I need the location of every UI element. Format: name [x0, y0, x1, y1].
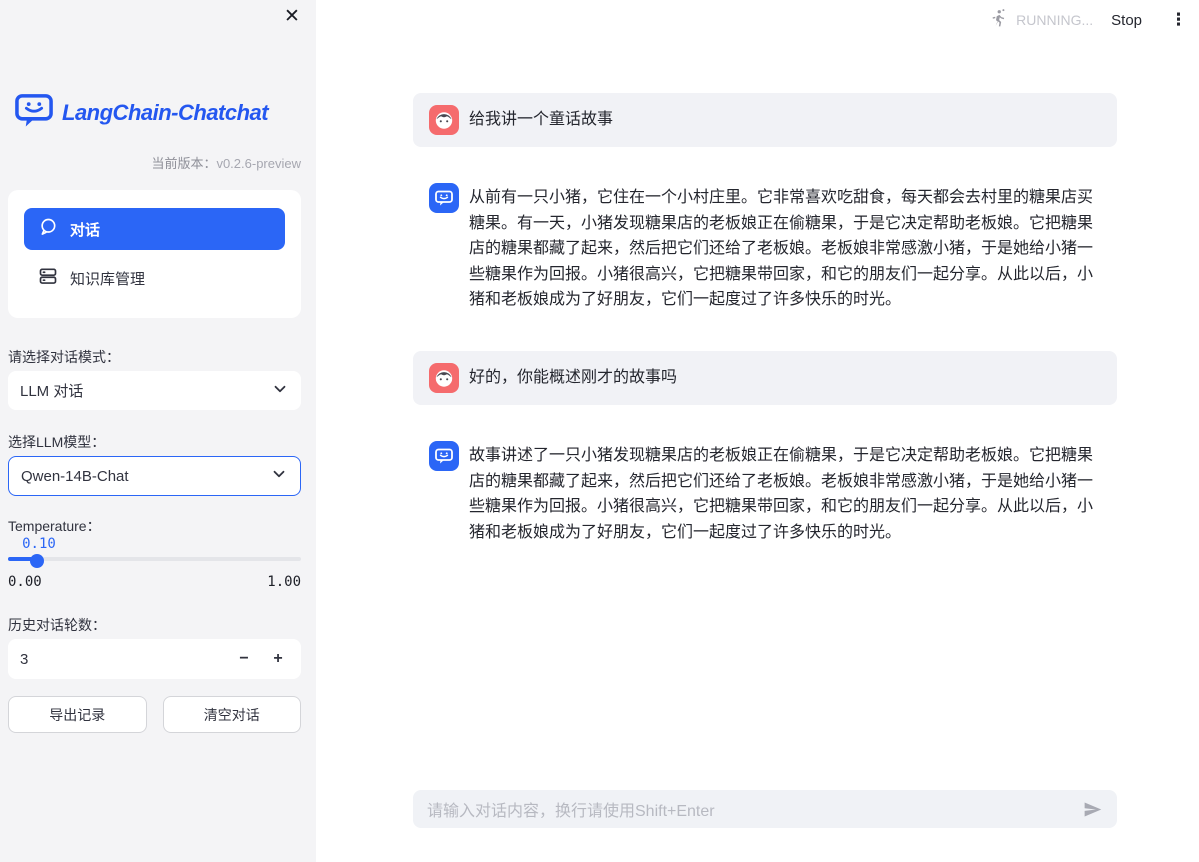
chat-bubble-icon	[38, 217, 58, 241]
temperature-min: 0.00	[8, 574, 42, 590]
nav-item-label: 对话	[70, 219, 100, 240]
temperature-slider-track[interactable]	[8, 557, 301, 561]
clear-dialogue-button[interactable]: 清空对话	[163, 696, 302, 733]
kebab-menu-icon[interactable]: ⋮	[1170, 11, 1187, 29]
main-area: RUNNING... Stop ⋮	[316, 0, 1199, 862]
brand-title: LangChain-Chatchat	[62, 100, 268, 126]
increment-button[interactable]: +	[261, 639, 295, 679]
user-avatar-icon	[429, 105, 459, 135]
nav-item-knowledge-base[interactable]: 知识库管理	[24, 258, 285, 298]
dialog-mode-label: 请选择对话模式：	[8, 347, 120, 367]
version-number: v0.2.6-preview	[216, 156, 301, 171]
stop-button[interactable]: Stop	[1111, 12, 1142, 29]
message-text: 从前有一只小猪，它住在一个小村庄里。它非常喜欢吃甜食，每天都会去村里的糖果店买糖…	[469, 185, 1101, 313]
decrement-button[interactable]: −	[227, 639, 261, 679]
dialog-mode-select[interactable]: LLM 对话	[8, 371, 301, 410]
user-avatar-icon	[429, 363, 459, 393]
chat-input-placeholder: 请输入对话内容，换行请使用Shift+Enter	[427, 797, 1077, 821]
temperature-value: 0.10	[22, 536, 56, 552]
version-label: 当前版本：	[151, 156, 216, 171]
chevron-down-icon	[271, 380, 289, 402]
history-rounds-label: 历史对话轮数：	[8, 615, 106, 635]
app-header: RUNNING... Stop ⋮	[988, 0, 1199, 40]
temperature-label: Temperature：	[8, 516, 101, 536]
message-text: 好的，你能概述刚才的故事吗	[469, 365, 677, 391]
message-text: 故事讲述了一只小猪发现糖果店的老板娘正在偷糖果，于是它决定帮助老板娘。它把糖果店…	[469, 443, 1101, 545]
llm-model-value: Qwen-14B-Chat	[21, 468, 270, 485]
llm-model-select[interactable]: Qwen-14B-Chat	[8, 456, 301, 496]
nav-item-dialogue[interactable]: 对话	[24, 208, 285, 250]
assistant-avatar-icon	[429, 441, 459, 471]
close-icon[interactable]: ✕	[279, 4, 305, 30]
message-text: 给我讲一个童话故事	[469, 107, 613, 133]
dialog-mode-value: LLM 对话	[20, 380, 271, 401]
sidebar-actions: 导出记录 清空对话	[8, 696, 301, 733]
temperature-range: 0.00 1.00	[8, 574, 301, 590]
sidebar: ✕ LangChain-Chatchat 当前版本：v0.2.6-preview	[0, 0, 316, 862]
running-man-icon	[988, 8, 1008, 33]
send-icon[interactable]	[1077, 794, 1107, 824]
running-status-text: RUNNING...	[1016, 12, 1093, 28]
nav-card: 对话 知识库管理	[8, 190, 301, 318]
assistant-avatar-icon	[429, 183, 459, 213]
nav-item-label: 知识库管理	[70, 268, 145, 289]
running-status: RUNNING...	[988, 8, 1093, 33]
chat-message: 故事讲述了一只小猪发现糖果店的老板娘正在偷糖果，于是它决定帮助老板娘。它把糖果店…	[413, 443, 1117, 545]
version-info: 当前版本：v0.2.6-preview	[8, 153, 301, 172]
export-history-button[interactable]: 导出记录	[8, 696, 147, 733]
history-rounds-input[interactable]: 3 − +	[8, 639, 301, 679]
chevron-down-icon	[270, 465, 288, 487]
chat-input[interactable]: 请输入对话内容，换行请使用Shift+Enter	[413, 790, 1117, 828]
chat-message: 给我讲一个童话故事	[413, 93, 1117, 147]
message-list: 给我讲一个童话故事	[413, 93, 1117, 583]
logo-chat-bubble-icon	[14, 92, 54, 133]
chat-message: 从前有一只小猪，它住在一个小村庄里。它非常喜欢吃甜食，每天都会去村里的糖果店买糖…	[413, 185, 1117, 313]
app-logo: LangChain-Chatchat	[14, 92, 268, 133]
history-rounds-value: 3	[20, 651, 227, 668]
temperature-max: 1.00	[267, 574, 301, 590]
llm-model-label: 选择LLM模型：	[8, 432, 105, 452]
database-icon	[38, 266, 58, 290]
chat-message: 好的，你能概述刚才的故事吗	[413, 351, 1117, 405]
temperature-slider-thumb[interactable]	[30, 554, 44, 568]
